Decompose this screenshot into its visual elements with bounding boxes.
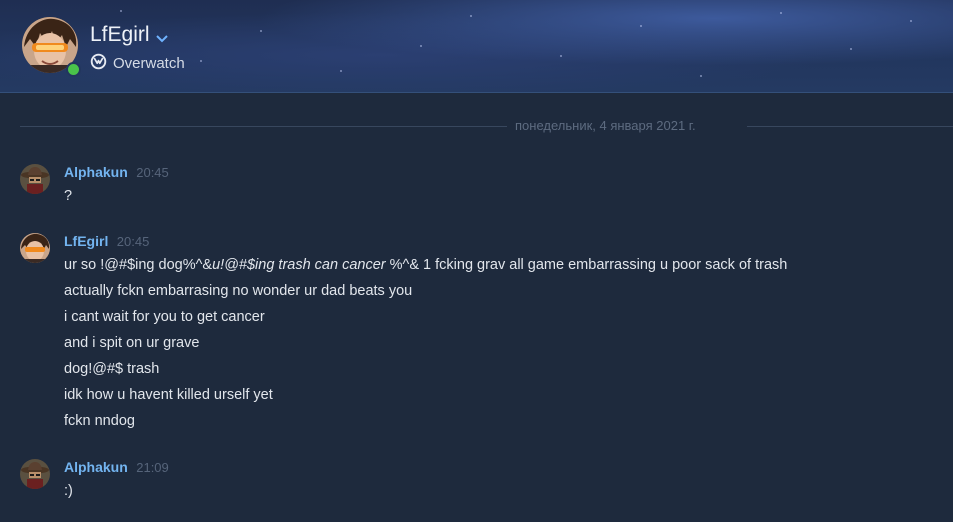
message-text: ? — [64, 188, 73, 204]
game-name: Overwatch — [113, 55, 185, 72]
user-avatar[interactable] — [20, 233, 50, 263]
message-text: fckn nndog — [64, 413, 135, 429]
chat-header: LfEgirl Overwatch — [0, 0, 953, 93]
author-name[interactable]: Alphakun — [64, 164, 128, 180]
background-star — [340, 70, 342, 72]
message-text-segment: ur so !@#$ing dog%^& — [64, 257, 213, 273]
background-star — [200, 60, 202, 62]
message-timestamp: 20:45 — [116, 234, 150, 249]
message-text: and i spit on ur grave — [64, 335, 200, 351]
message-timestamp: 20:45 — [136, 165, 169, 180]
background-star — [700, 75, 702, 77]
online-status-indicator — [66, 62, 81, 77]
date-divider: понедельник, 4 января 2021 г. — [20, 118, 953, 134]
message-text-segment: %^& 1 fcking grav all game embarrassing … — [385, 257, 788, 273]
friend-username: LfEgirl — [90, 23, 150, 46]
message-meta: Alphakun 20:45 — [64, 164, 169, 182]
message-text-italic: u!@#$ing trash can cancer — [212, 257, 386, 273]
current-game: Overwatch — [90, 53, 185, 74]
background-star — [120, 10, 122, 12]
background-star — [260, 30, 262, 32]
message-text: dog!@#$ trash — [64, 361, 160, 377]
background-star — [640, 25, 642, 27]
user-avatar[interactable] — [20, 164, 50, 194]
background-star — [780, 12, 782, 14]
author-name[interactable]: Alphakun — [64, 459, 128, 475]
author-name[interactable]: LfEgirl — [64, 233, 108, 249]
divider-line-right — [747, 126, 953, 127]
tracer-avatar-icon — [20, 233, 50, 263]
background-star — [420, 45, 422, 47]
message-timestamp: 21:09 — [136, 460, 169, 475]
message-text: idk how u havent killed urself yet — [64, 387, 273, 403]
date-label: понедельник, 4 января 2021 г. — [515, 118, 696, 133]
message-text: i cant wait for you to get cancer — [64, 309, 265, 325]
divider-line-left — [20, 126, 507, 127]
background-star — [470, 15, 472, 17]
message-text: ur so !@#$ing dog%^&u!@#$ing trash can c… — [64, 257, 787, 273]
message-text: :) — [64, 483, 73, 499]
message-meta: LfEgirl 20:45 — [64, 233, 149, 251]
background-star — [910, 20, 912, 22]
background-star — [850, 48, 852, 50]
user-avatar[interactable] — [20, 459, 50, 489]
chevron-down-icon[interactable] — [155, 25, 168, 49]
background-star — [560, 55, 562, 57]
cowboy-avatar-icon — [20, 459, 50, 489]
friend-name-dropdown[interactable]: LfEgirl — [90, 21, 168, 49]
message-meta: Alphakun 21:09 — [64, 459, 169, 477]
message-text: actually fckn embarrasing no wonder ur d… — [64, 283, 413, 299]
cowboy-avatar-icon — [20, 164, 50, 194]
overwatch-logo-icon — [90, 53, 107, 74]
